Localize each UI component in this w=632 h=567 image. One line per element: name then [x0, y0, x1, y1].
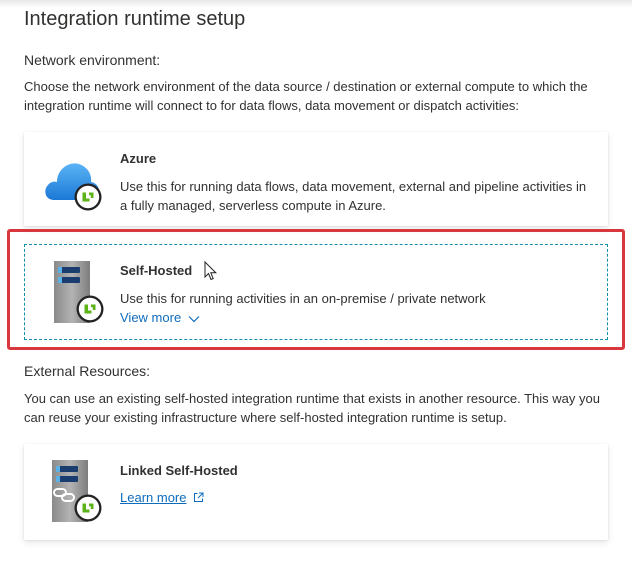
- option-description-self-hosted: Use this for running activities in an on…: [120, 291, 486, 306]
- option-card-linked-self-hosted[interactable]: Linked Self-Hosted Learn more: [24, 444, 608, 540]
- cloud-icon: [42, 150, 104, 217]
- integration-runtime-badge-icon: [74, 183, 102, 211]
- network-environment-heading: Network environment:: [24, 52, 161, 68]
- mouse-pointer-icon: [204, 260, 218, 286]
- option-card-self-hosted[interactable]: Self-Hosted Use this for running activit…: [24, 244, 608, 340]
- network-environment-description: Choose the network environment of the da…: [24, 79, 588, 113]
- learn-more-label: Learn more: [120, 490, 187, 505]
- option-title-azure: Azure: [120, 151, 157, 166]
- chevron-down-icon: [185, 310, 200, 325]
- page-title: Integration runtime setup: [24, 8, 246, 30]
- view-more-link[interactable]: View more: [120, 310, 200, 325]
- integration-runtime-badge-icon: [76, 295, 104, 323]
- integration-runtime-badge-icon: [74, 494, 102, 522]
- external-resources-description: You can use an existing self-hosted inte…: [24, 391, 600, 425]
- option-card-azure[interactable]: Azure Use this for running data flows, d…: [24, 132, 608, 226]
- learn-more-link[interactable]: Learn more: [120, 490, 204, 505]
- server-icon: [46, 259, 106, 330]
- option-description-azure: Use this for running data flows, data mo…: [120, 179, 587, 213]
- top-shadow: [0, 0, 632, 8]
- option-title-self-hosted: Self-Hosted: [120, 263, 193, 278]
- linked-server-icon: [44, 458, 104, 529]
- external-resources-heading: External Resources:: [24, 363, 151, 379]
- external-link-icon: [190, 490, 204, 505]
- view-more-label: View more: [120, 310, 182, 325]
- option-title-linked-self-hosted: Linked Self-Hosted: [120, 463, 238, 478]
